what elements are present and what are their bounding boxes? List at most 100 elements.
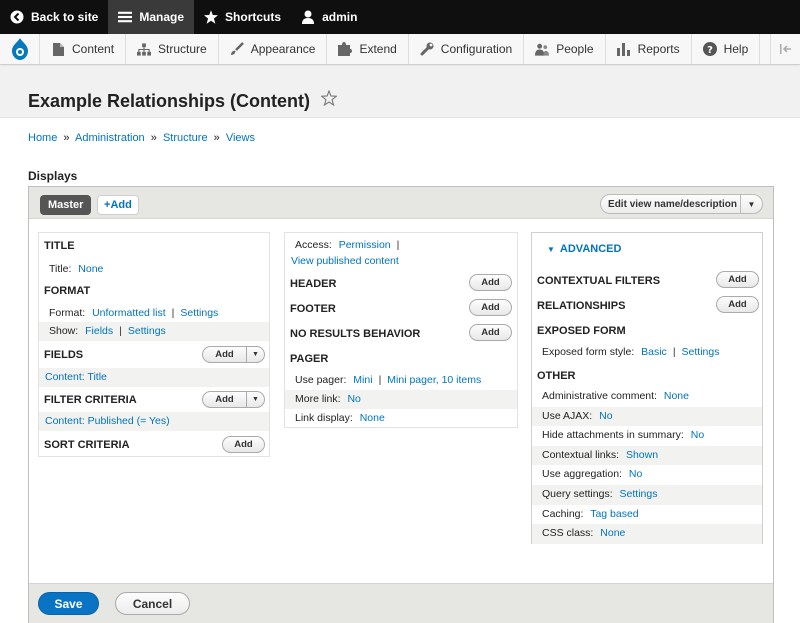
drupal-logo-icon[interactable]	[0, 34, 40, 64]
breadcrumb-separator: »	[213, 132, 220, 144]
menu-extend[interactable]: Extend	[327, 34, 409, 64]
header-add-button[interactable]: Add	[469, 274, 512, 291]
link-display-value-link[interactable]: None	[360, 412, 385, 424]
advanced-toggle[interactable]: ▼ ADVANCED	[547, 243, 621, 255]
header-section-heading: HEADER	[290, 278, 337, 290]
other-row-use-aggregation: Use aggregation: No	[532, 465, 762, 485]
save-button[interactable]: Save	[38, 592, 99, 615]
user-tab[interactable]: admin	[291, 0, 367, 34]
sort-add-button[interactable]: Add	[222, 436, 265, 453]
no-results-add-button[interactable]: Add	[469, 324, 512, 341]
page-title: Example Relationships (Content)	[28, 91, 311, 111]
menu-people[interactable]: People	[524, 34, 606, 64]
separator: |	[171, 307, 175, 319]
format-key: Format:	[49, 307, 86, 319]
shortcut-star-icon[interactable]	[320, 89, 338, 111]
other-row-hide-attachments: Hide attachments in summary: No	[532, 426, 762, 446]
breadcrumb-views[interactable]: Views	[226, 132, 255, 144]
help-icon: ?	[702, 42, 717, 56]
pager-section-heading: PAGER	[290, 353, 329, 365]
chevron-down-icon[interactable]: ▼	[246, 347, 264, 362]
contextual-links-link[interactable]: Shown	[626, 449, 658, 461]
link-display-row: Link display: None	[285, 409, 517, 428]
separator: |	[396, 239, 400, 251]
hide-attachments-link[interactable]: No	[691, 429, 704, 441]
menu-content[interactable]: Content	[40, 34, 127, 64]
breadcrumb-administration[interactable]: Administration	[75, 132, 145, 144]
query-settings-link[interactable]: Settings	[620, 488, 658, 500]
menu-help[interactable]: ? Help	[692, 34, 761, 64]
use-ajax-link[interactable]: No	[599, 410, 612, 422]
admin-comment-link[interactable]: None	[664, 390, 689, 402]
show-setting-row: Show: Fields | Settings	[39, 322, 269, 341]
use-aggregation-link[interactable]: No	[629, 468, 642, 480]
admin-toolbar: Back to site Manage Shortcuts admin	[0, 0, 800, 34]
master-display-tab[interactable]: Master	[40, 195, 92, 215]
mini-pager-items-link[interactable]: Mini pager, 10 items	[387, 374, 481, 386]
footer-add-button[interactable]: Add	[469, 299, 512, 316]
more-link-key: More link:	[295, 393, 341, 405]
contextual-links-key: Contextual links:	[542, 448, 620, 461]
more-link-value-link[interactable]: No	[347, 393, 360, 405]
menu-appearance[interactable]: Appearance	[219, 34, 328, 64]
column-second: Access: Permission | View published conte…	[284, 232, 518, 428]
format-value-link[interactable]: Unformatted list	[92, 307, 166, 319]
use-pager-mini-link[interactable]: Mini	[353, 374, 372, 386]
title-value-link[interactable]: None	[78, 263, 103, 275]
cancel-button[interactable]: Cancel	[115, 592, 190, 615]
query-settings-key: Query settings:	[542, 488, 613, 500]
admin-comment-key: Administrative comment:	[542, 390, 657, 402]
field-content-title-link[interactable]: Content: Title	[45, 371, 107, 383]
back-arrow-icon	[10, 10, 24, 24]
breadcrumb-structure[interactable]: Structure	[163, 132, 208, 144]
shortcuts-tab[interactable]: Shortcuts	[194, 0, 291, 34]
display-tabs-bar: Master +Add Edit view name/description ▼	[29, 187, 773, 219]
menu-structure[interactable]: Structure	[126, 34, 219, 64]
add-display-button[interactable]: +Add	[97, 195, 139, 215]
menu-help-label: Help	[723, 42, 749, 56]
view-published-content-link[interactable]: View published content	[291, 255, 399, 267]
edit-view-name-dropbutton[interactable]: Edit view name/description ▼	[600, 194, 763, 214]
menu-reports[interactable]: Reports	[606, 34, 692, 64]
access-setting-row-continued: View published content	[285, 253, 517, 269]
show-value-link[interactable]: Fields	[85, 325, 113, 337]
other-row-contextual-links: Contextual links: Shown	[532, 445, 762, 466]
format-settings-link[interactable]: Settings	[180, 307, 218, 319]
exposed-form-style-row: Exposed form style: Basic | Settings	[532, 343, 762, 362]
title-setting-row: Title: None	[39, 260, 269, 278]
exposed-style-basic-link[interactable]: Basic	[641, 346, 667, 358]
title-section-heading: TITLE	[44, 240, 75, 252]
collapse-toolbar-icon[interactable]	[770, 34, 800, 64]
css-class-link[interactable]: None	[600, 527, 625, 539]
caching-link[interactable]: Tag based	[590, 508, 638, 520]
manage-tab[interactable]: Manage	[108, 0, 195, 34]
menu-people-label: People	[556, 42, 594, 56]
breadcrumb-home[interactable]: Home	[28, 132, 57, 144]
chevron-down-icon[interactable]: ▼	[740, 195, 762, 213]
add-label: Add	[481, 302, 500, 313]
exposed-form-heading: EXPOSED FORM	[537, 325, 626, 337]
fields-section-heading: FIELDS	[44, 349, 84, 361]
chevron-down-icon[interactable]: ▼	[246, 392, 264, 407]
puzzle-icon	[338, 42, 353, 56]
back-to-site-link[interactable]: Back to site	[0, 0, 108, 34]
filter-published-link[interactable]: Content: Published (= Yes)	[45, 415, 170, 427]
access-permission-link[interactable]: Permission	[339, 239, 391, 251]
shortcuts-label: Shortcuts	[225, 10, 282, 24]
add-label: Add	[728, 274, 747, 285]
menu-configuration[interactable]: Configuration	[409, 34, 525, 64]
contextual-filters-add-button[interactable]: Add	[716, 271, 759, 288]
menu-content-label: Content	[72, 42, 115, 56]
title-key: Title:	[49, 263, 72, 275]
relationships-add-button[interactable]: Add	[716, 296, 759, 313]
fields-add-dropbutton[interactable]: Add ▼	[202, 346, 265, 363]
exposed-style-settings-link[interactable]: Settings	[682, 346, 720, 358]
filter-add-dropbutton[interactable]: Add ▼	[202, 391, 265, 408]
footer-section-heading: FOOTER	[290, 303, 336, 315]
triangle-down-icon: ▼	[547, 245, 555, 254]
star-icon	[204, 10, 219, 24]
use-pager-key: Use pager:	[295, 374, 347, 386]
hide-attachments-key: Hide attachments in summary:	[542, 429, 684, 442]
link-display-key: Link display:	[295, 412, 353, 424]
show-settings-link[interactable]: Settings	[128, 325, 166, 337]
